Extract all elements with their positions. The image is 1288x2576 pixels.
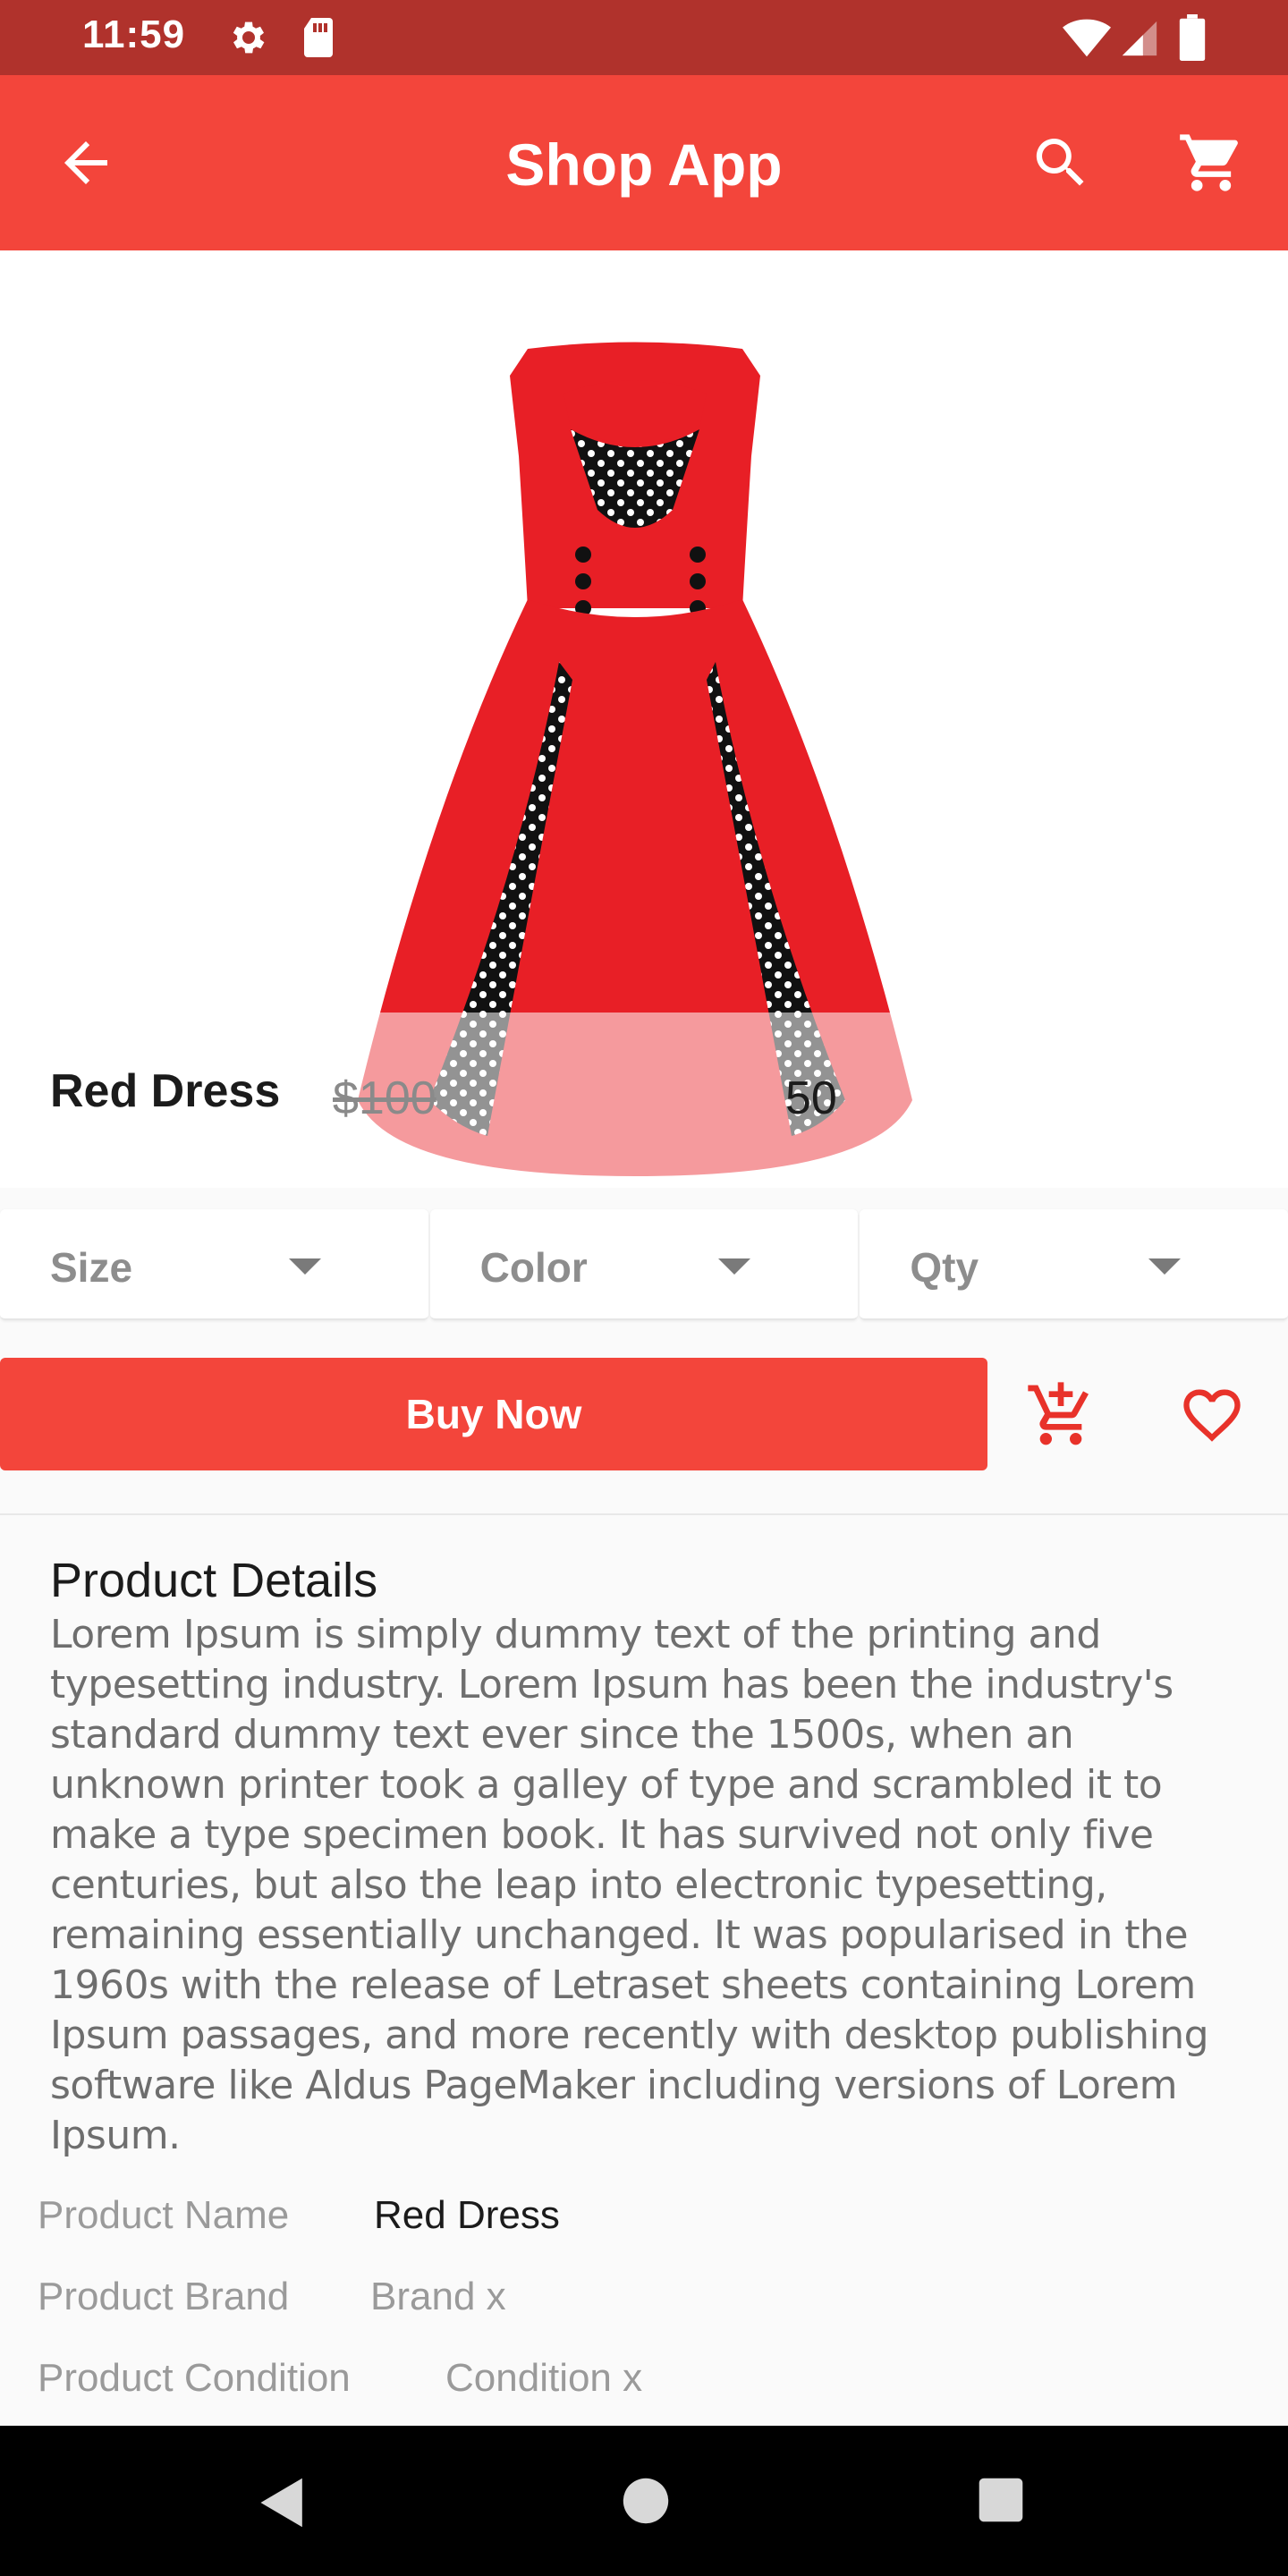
- product-screen: 11:59 Shop App Red Dress $100 50 Size Co…: [0, 0, 1288, 2576]
- battery-icon: [1179, 14, 1206, 61]
- spec-key: Product Condition: [38, 2356, 351, 2400]
- shopping-cart-icon[interactable]: [1177, 129, 1245, 197]
- spec-value: Condition x: [445, 2356, 643, 2400]
- favorite-border-icon[interactable]: [1177, 1381, 1247, 1449]
- spec-value: Red Dress: [374, 2193, 560, 2237]
- product-name: Red Dress: [50, 1065, 281, 1117]
- new-price: 50: [785, 1072, 837, 1124]
- arrow-drop-down-icon: [288, 1258, 321, 1275]
- product-description: Lorem Ipsum is simply dummy text of the …: [50, 1612, 1209, 2158]
- status-time: 11:59: [82, 13, 186, 56]
- nav-back-icon[interactable]: [258, 2476, 308, 2529]
- nav-recents-icon[interactable]: [977, 2476, 1025, 2524]
- gear-icon: [233, 21, 265, 54]
- wifi-icon: [1063, 19, 1111, 57]
- add-shopping-cart-icon[interactable]: [1025, 1379, 1097, 1451]
- app-title: Shop App: [505, 131, 783, 198]
- spec-key: Product Name: [38, 2193, 290, 2237]
- arrow-drop-down-icon: [1148, 1258, 1182, 1275]
- signal-icon: [1122, 21, 1157, 56]
- buy-now-button[interactable]: Buy Now: [0, 1358, 987, 1470]
- color-label: Color: [479, 1244, 588, 1291]
- size-dropdown[interactable]: Size: [0, 1209, 428, 1320]
- spec-value: Brand x: [370, 2275, 506, 2318]
- system-nav-bar: [0, 2426, 1288, 2576]
- nav-home-icon[interactable]: [621, 2476, 671, 2526]
- app-bar: Shop App: [0, 75, 1288, 250]
- color-dropdown[interactable]: Color: [429, 1209, 859, 1320]
- search-icon[interactable]: [1029, 131, 1093, 195]
- product-details-heading: Product Details: [50, 1554, 378, 1607]
- qty-dropdown[interactable]: Qty: [860, 1209, 1288, 1320]
- size-label: Size: [50, 1244, 133, 1291]
- qty-label: Qty: [910, 1244, 979, 1291]
- product-hero: Red Dress $100 50: [0, 250, 1288, 1188]
- sd-card-icon: [304, 18, 333, 57]
- old-price: $100: [333, 1072, 436, 1124]
- section-divider: [0, 1513, 1288, 1515]
- options-row: Size Color Qty: [0, 1209, 1288, 1320]
- status-bar: 11:59: [0, 0, 1288, 75]
- arrow-drop-down-icon: [718, 1258, 751, 1275]
- spec-key: Product Brand: [38, 2275, 290, 2318]
